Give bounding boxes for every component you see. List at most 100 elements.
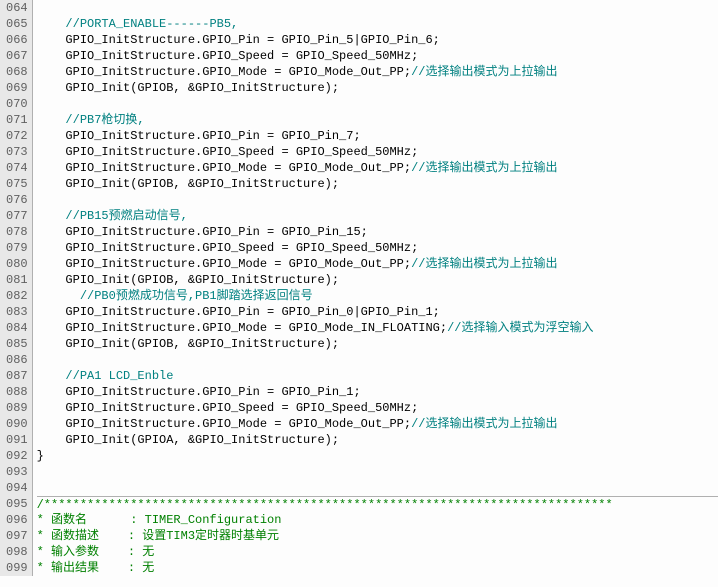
code-token: * 输出结果 : 无	[37, 561, 155, 575]
code-line	[37, 480, 718, 496]
code-line: /***************************************…	[37, 496, 718, 512]
code-line: //PB7枪切换,	[37, 112, 718, 128]
code-line: //PB15预燃启动信号,	[37, 208, 718, 224]
line-number: 083	[6, 304, 28, 320]
code-token: //PORTA_ENABLE------PB5,	[37, 17, 239, 31]
line-number: 078	[6, 224, 28, 240]
line-number: 084	[6, 320, 28, 336]
code-area[interactable]: //PORTA_ENABLE------PB5, GPIO_InitStruct…	[33, 0, 718, 576]
code-line	[37, 0, 718, 16]
line-number: 079	[6, 240, 28, 256]
line-number: 072	[6, 128, 28, 144]
line-number: 090	[6, 416, 28, 432]
code-token: //选择输入模式为浮空输入	[447, 321, 593, 335]
code-token: GPIO_InitStructure.GPIO_Mode = GPIO_Mode…	[37, 161, 411, 175]
code-editor: 0640650660670680690700710720730740750760…	[0, 0, 718, 576]
code-token: GPIO_InitStructure.GPIO_Mode = GPIO_Mode…	[37, 321, 447, 335]
code-token: GPIO_InitStructure.GPIO_Speed = GPIO_Spe…	[37, 145, 419, 159]
code-token: //选择输出模式为上拉输出	[411, 417, 557, 431]
code-token: * 输入参数 : 无	[37, 545, 155, 559]
line-number: 086	[6, 352, 28, 368]
line-number: 081	[6, 272, 28, 288]
code-token: GPIO_InitStructure.GPIO_Mode = GPIO_Mode…	[37, 65, 411, 79]
line-number: 098	[6, 544, 28, 560]
line-number: 064	[6, 0, 28, 16]
line-number-gutter: 0640650660670680690700710720730740750760…	[0, 0, 33, 576]
code-line: GPIO_InitStructure.GPIO_Speed = GPIO_Spe…	[37, 240, 718, 256]
line-number: 074	[6, 160, 28, 176]
code-line: * 函数描述 : 设置TIM3定时器时基单元	[37, 528, 718, 544]
line-number: 070	[6, 96, 28, 112]
code-token: //PB0预燃成功信号,PB1脚踏选择返回信号	[37, 289, 313, 303]
code-token: GPIO_InitStructure.GPIO_Pin = GPIO_Pin_0…	[37, 305, 440, 319]
line-number: 066	[6, 32, 28, 48]
code-line: GPIO_Init(GPIOB, &GPIO_InitStructure);	[37, 80, 718, 96]
code-token: GPIO_InitStructure.GPIO_Pin = GPIO_Pin_5…	[37, 33, 440, 47]
code-line: GPIO_Init(GPIOB, &GPIO_InitStructure);	[37, 176, 718, 192]
code-token: GPIO_InitStructure.GPIO_Mode = GPIO_Mode…	[37, 257, 411, 271]
code-token: GPIO_InitStructure.GPIO_Speed = GPIO_Spe…	[37, 49, 419, 63]
code-line: GPIO_Init(GPIOA, &GPIO_InitStructure);	[37, 432, 718, 448]
line-number: 097	[6, 528, 28, 544]
code-line: GPIO_InitStructure.GPIO_Speed = GPIO_Spe…	[37, 400, 718, 416]
code-line: GPIO_InitStructure.GPIO_Speed = GPIO_Spe…	[37, 144, 718, 160]
code-line: GPIO_InitStructure.GPIO_Pin = GPIO_Pin_1…	[37, 224, 718, 240]
line-number: 094	[6, 480, 28, 496]
code-token: //PB15预燃启动信号,	[37, 209, 188, 223]
code-line: GPIO_Init(GPIOB, &GPIO_InitStructure);	[37, 272, 718, 288]
line-number: 088	[6, 384, 28, 400]
code-token: }	[37, 449, 44, 463]
line-number: 076	[6, 192, 28, 208]
line-number: 082	[6, 288, 28, 304]
code-token: GPIO_InitStructure.GPIO_Pin = GPIO_Pin_7…	[37, 129, 361, 143]
code-line: GPIO_InitStructure.GPIO_Mode = GPIO_Mode…	[37, 64, 718, 80]
code-token: GPIO_Init(GPIOB, &GPIO_InitStructure);	[37, 177, 339, 191]
code-line: GPIO_InitStructure.GPIO_Mode = GPIO_Mode…	[37, 320, 718, 336]
code-line: GPIO_InitStructure.GPIO_Mode = GPIO_Mode…	[37, 256, 718, 272]
code-token: GPIO_InitStructure.GPIO_Mode = GPIO_Mode…	[37, 417, 411, 431]
code-line: //PB0预燃成功信号,PB1脚踏选择返回信号	[37, 288, 718, 304]
code-token: * 函数名 : TIMER_Configuration	[37, 513, 282, 527]
code-line: * 输出结果 : 无	[37, 560, 718, 576]
line-number: 089	[6, 400, 28, 416]
line-number: 091	[6, 432, 28, 448]
code-line: //PORTA_ENABLE------PB5,	[37, 16, 718, 32]
code-line: GPIO_InitStructure.GPIO_Pin = GPIO_Pin_1…	[37, 384, 718, 400]
code-token: GPIO_InitStructure.GPIO_Speed = GPIO_Spe…	[37, 241, 419, 255]
line-number: 095	[6, 496, 28, 512]
code-line: GPIO_InitStructure.GPIO_Speed = GPIO_Spe…	[37, 48, 718, 64]
line-number: 085	[6, 336, 28, 352]
line-number: 073	[6, 144, 28, 160]
code-token: GPIO_Init(GPIOB, &GPIO_InitStructure);	[37, 337, 339, 351]
code-line: }	[37, 448, 718, 464]
line-number: 087	[6, 368, 28, 384]
line-number: 071	[6, 112, 28, 128]
code-token: //PA1 LCD_Enble	[37, 369, 174, 383]
line-number: 069	[6, 80, 28, 96]
line-number: 077	[6, 208, 28, 224]
code-line: GPIO_InitStructure.GPIO_Pin = GPIO_Pin_7…	[37, 128, 718, 144]
line-number: 093	[6, 464, 28, 480]
code-line: //PA1 LCD_Enble	[37, 368, 718, 384]
code-token: GPIO_InitStructure.GPIO_Pin = GPIO_Pin_1…	[37, 385, 361, 399]
line-number: 065	[6, 16, 28, 32]
code-line: GPIO_InitStructure.GPIO_Pin = GPIO_Pin_0…	[37, 304, 718, 320]
code-token: GPIO_Init(GPIOB, &GPIO_InitStructure);	[37, 273, 339, 287]
code-token: GPIO_InitStructure.GPIO_Speed = GPIO_Spe…	[37, 401, 419, 415]
code-token: /***************************************…	[37, 498, 613, 512]
code-line	[37, 464, 718, 480]
code-line	[37, 192, 718, 208]
code-line: GPIO_InitStructure.GPIO_Mode = GPIO_Mode…	[37, 416, 718, 432]
line-number: 096	[6, 512, 28, 528]
code-token: GPIO_Init(GPIOB, &GPIO_InitStructure);	[37, 81, 339, 95]
code-token: * 函数描述 : 设置TIM3定时器时基单元	[37, 529, 279, 543]
code-line	[37, 96, 718, 112]
code-token: GPIO_InitStructure.GPIO_Pin = GPIO_Pin_1…	[37, 225, 368, 239]
code-line: GPIO_InitStructure.GPIO_Pin = GPIO_Pin_5…	[37, 32, 718, 48]
code-token: //选择输出模式为上拉输出	[411, 257, 557, 271]
line-number: 068	[6, 64, 28, 80]
code-line	[37, 352, 718, 368]
line-number: 099	[6, 560, 28, 576]
code-line: * 输入参数 : 无	[37, 544, 718, 560]
code-line: GPIO_Init(GPIOB, &GPIO_InitStructure);	[37, 336, 718, 352]
